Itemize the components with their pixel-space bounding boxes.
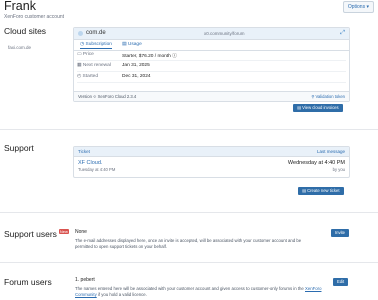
site-community-link[interactable]: x0.community/forum [204,31,245,36]
price-row: ▭ Price Starter, $76.20 / month ⓘ [77,50,346,61]
site-label: faxi.com.de [8,45,32,50]
tab-subscription[interactable]: ◷ Subscription [80,42,112,49]
started-label-text: Started [82,74,98,79]
site-header: com.de x0.community/forum ⤢ [74,28,349,40]
page-header: Frank Options ▾ XenForo customer account [4,0,374,20]
document-icon: ▤ [297,105,301,110]
last-message-column-header: Last message [316,149,345,154]
support-users-description: The e-mail addresses displayed here, onc… [75,238,302,249]
forum-users-description-post: if you hold a valid licence. [96,292,147,297]
create-new-ticket-button[interactable]: ▤ Create new ticket [298,187,344,195]
ticket-last-by: by you [332,167,345,172]
new-badge: New [58,229,69,234]
invite-button[interactable]: Invite [331,229,350,237]
divider [0,262,378,263]
ticket-table: Ticket Last message XF Cloud. Tuesday at… [73,146,350,178]
started-value: Dec 31, 2024 [122,74,151,79]
forum-users-value: 1. pebert [75,277,95,283]
support-users-title: Support users New [4,229,69,239]
tab-usage[interactable]: ▤ Usage [122,42,142,47]
usage-icon: ▤ [122,42,127,47]
price-label-text: Price [82,52,94,57]
validation-token-label: Validation token [315,94,346,99]
ticket-title[interactable]: XF Cloud. [78,160,102,166]
pin-icon: ⚲ [311,94,315,99]
support-users-value: None [75,229,87,235]
renewal-label-text: Next renewal [82,63,111,68]
support-users-title-text: Support users [4,229,57,239]
view-cloud-invoices-label: View cloud invoices [302,105,339,110]
started-row: ◴ Started Dec 31, 2024 [77,72,346,83]
table-row[interactable]: XF Cloud. Tuesday at 4:40 PM Wednesday a… [74,157,349,176]
tab-subscription-label: Subscription [85,42,112,47]
forum-users-title: Forum users [4,277,52,287]
renewal-label: ▦ Next renewal [77,63,111,68]
price-value: Starter, $76.20 / month ⓘ [122,54,177,59]
started-label: ◴ Started [77,74,98,79]
version-text: Version ⟐ XenForo Cloud 2.3.4 [78,94,137,99]
clock-icon: ◴ [77,74,82,79]
cloud-sites-title: Cloud sites [4,26,47,36]
support-title: Support [4,143,34,153]
price-icon: ▭ [77,52,82,57]
forum-users-description-pre: The names entered here will be associate… [75,286,305,291]
calendar-icon: ▦ [77,63,82,68]
subscription-icon: ◷ [80,42,85,47]
ticket-column-header: Ticket [78,149,90,154]
forum-users-description: The names entered here will be associate… [75,286,325,298]
divider [0,129,378,130]
site-logo-icon [78,31,83,36]
account-subtitle: XenForo customer account [4,14,65,20]
site-footer: Version ⟐ XenForo Cloud 2.3.4 ⚲ Validati… [74,91,349,101]
divider [0,212,378,213]
validation-token-link[interactable]: ⚲ Validation token [311,94,345,99]
edit-button[interactable]: Edit [333,278,349,286]
ticket-date: Tuesday at 4:40 PM [78,167,116,172]
create-new-ticket-label: Create new ticket [307,188,340,193]
ticket-icon: ▤ [302,188,306,193]
account-name: Frank [4,0,36,13]
price-label: ▭ Price [77,52,94,57]
site-domain: com.de [86,30,106,36]
renewal-row: ▦ Next renewal Jan 31, 2025 [77,61,346,72]
view-cloud-invoices-button[interactable]: ▤ View cloud invoices [293,104,343,112]
ticket-table-header: Ticket Last message [74,147,349,157]
ticket-last-message: Wednesday at 4:40 PM [287,160,345,166]
tab-usage-label: Usage [127,42,142,47]
renewal-value: Jan 31, 2025 [122,63,150,68]
options-button[interactable]: Options ▾ [342,1,374,13]
expand-icon[interactable]: ⤢ [340,30,345,37]
cloud-site-card: com.de x0.community/forum ⤢ ◷ Subscripti… [73,27,350,102]
